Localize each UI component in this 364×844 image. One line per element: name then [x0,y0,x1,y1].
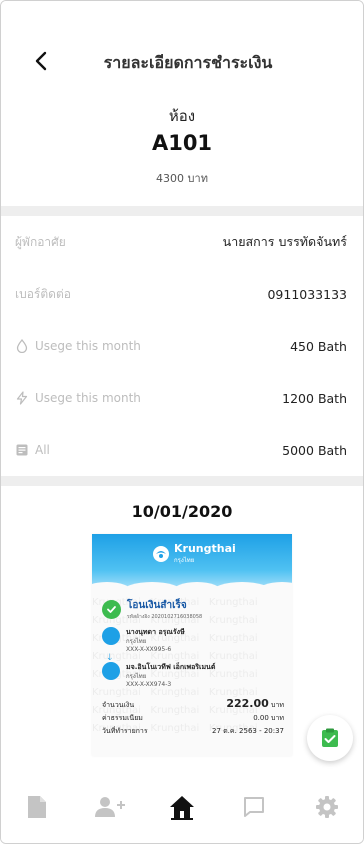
bank-bird-icon [153,545,169,562]
datetime-row: วันที่ทำรายการ 27 ต.ค. 2563 - 20:37 [102,726,284,737]
info-value: 0911033133 [267,286,347,302]
slip-date: 10/01/2020 [131,502,233,521]
info-value: นายสการ บรรทัดจันทร์ [222,234,347,249]
info-label: เบอร์ติดต่อ [15,286,71,301]
amount-row: จำนวนเงิน 222.00 บาท [102,697,284,711]
bottom-nav [1,779,363,843]
amount-label: จำนวนเงิน [102,701,135,709]
info-value: 5000 Bath [282,442,347,458]
nav-settings[interactable] [307,787,347,827]
info-label: ผู้พักอาศัย [15,234,66,249]
sender-account: XXX-X-XX995-6 [126,646,172,653]
nav-home[interactable] [162,787,202,827]
info-row-water: Usege this month 450 Bath [1,320,363,372]
status-text: โอนเงินสำเร็จ [127,600,187,611]
info-label: All [35,443,50,457]
slip-banner: Krungthai กรุงไทย [92,534,292,602]
water-drop-icon [16,339,28,353]
datetime-label: วันที่ทำรายการ [102,727,148,735]
info-label: Usege this month [35,391,141,405]
amount-value: 222.00 [226,697,269,710]
fee-row: ค่าธรรมเนียม 0.00 บาท [102,713,284,724]
info-list: ผู้พักอาศัย นายสการ บรรทัดจันทร์ เบอร์ติ… [1,216,363,476]
approve-button[interactable] [307,715,353,761]
receiver: มจ.อินโนเวทีฟ เอ็กเพอริเมนต์ กรุงไทย XXX… [102,662,284,689]
reference-code: รหัสอ้างอิง 2020102716038058 [127,614,203,620]
receiver-bank: กรุงไทย [126,673,147,680]
info-value: 1200 Bath [282,390,347,406]
slip-section: 10/01/2020 Krungthai กรุงไทย Krungthai Kr… [1,486,363,756]
room-number: A101 [151,131,213,155]
fee-value: 0.00 บาท [253,714,284,722]
receiver-name: มจ.อินโนเวทีฟ เอ็กเพอริเมนต์ [126,663,216,671]
sender: นางนุทดา อรุณรังษี กรุงไทย XXX-X-XX995-6 [102,627,284,654]
phone-screen: รายละเอียดการชำระเงิน ห้อง A101 4300 บาท… [0,0,364,844]
lightning-icon [16,391,28,405]
info-row-resident: ผู้พักอาศัย นายสการ บรรทัดจันทร์ [1,216,363,268]
datetime-value: 27 ต.ค. 2563 - 20:37 [212,727,284,735]
transfer-status: โอนเงินสำเร็จ รหัสอ้างอิง 20201027160380… [102,598,284,621]
info-row-phone: เบอร์ติดต่อ 0911033133 [1,268,363,320]
bank-name: Krungthai [174,542,236,555]
receipt-icon [16,444,28,456]
info-row-electric: Usege this month 1200 Bath [1,372,363,424]
bank-sub: กรุงไทย [174,557,195,564]
divider [1,476,363,486]
document-icon [28,796,47,818]
nav-documents[interactable] [17,787,57,827]
room-label: ห้อง [168,107,196,125]
nav-add-user[interactable] [90,787,130,827]
chat-icon [244,797,265,817]
settings-icon [315,796,338,818]
amount-unit: บาท [271,701,284,709]
header: รายละเอียดการชำระเงิน ห้อง A101 4300 บาท [1,1,363,206]
sender-name: นางนุทดา อรุณรังษี [126,628,185,636]
clipboard-check-icon [322,728,338,747]
info-row-total: All 5000 Bath [1,424,363,476]
room-price: 4300 บาท [156,172,208,185]
add-user-icon [94,797,125,817]
divider [1,206,363,216]
check-circle-icon [102,600,121,619]
receiver-account: XXX-X-XX974-3 [126,681,172,688]
transfer-slip-image[interactable]: Krungthai กรุงไทย Krungthai Krungthai Kru… [92,534,292,756]
fee-label: ค่าธรรมเนียม [102,714,143,722]
nav-chat[interactable] [234,787,274,827]
info-label: Usege this month [35,339,141,353]
sender-bank: กรุงไทย [126,638,147,645]
page-title: รายละเอียดการชำระเงิน [103,53,273,72]
bank-logo-icon [102,662,120,680]
info-value: 450 Bath [290,338,347,354]
home-icon [169,796,194,820]
bank-logo-icon [102,627,120,645]
bank-logo: Krungthai กรุงไทย [152,542,236,565]
